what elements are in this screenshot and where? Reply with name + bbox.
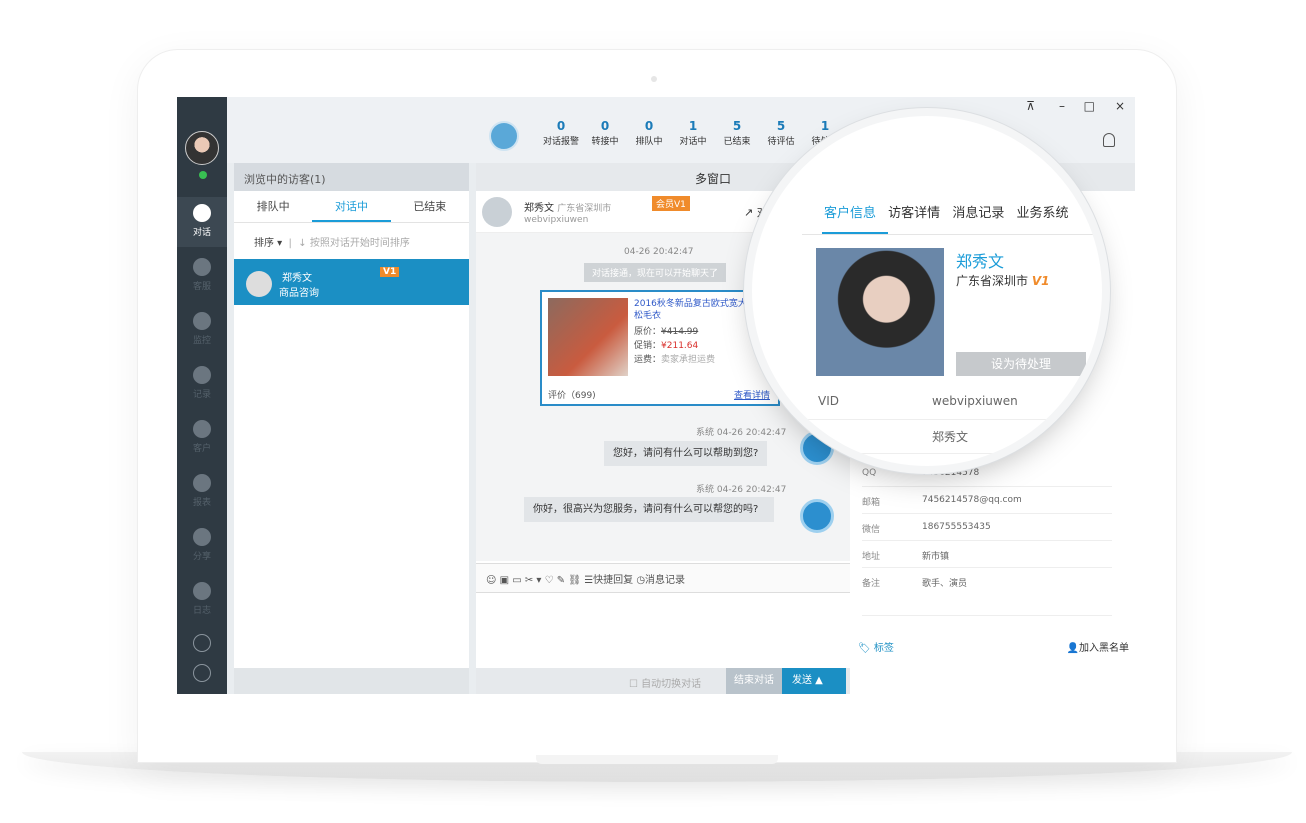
nav-chat[interactable]: 对话 — [177, 197, 227, 247]
agent-avatar[interactable] — [185, 131, 219, 165]
tab-message-records[interactable]: 消息记录 — [952, 206, 1004, 221]
promo-price: ¥211.64 — [661, 341, 699, 351]
tab-chatting[interactable]: 对话中 — [312, 191, 391, 222]
customer-name: 郑秀文 — [956, 252, 1005, 271]
tab-customer-info[interactable]: 客户信息 — [824, 206, 876, 221]
settings-button[interactable] — [177, 627, 227, 657]
panel-title: 浏览中的访客(1) — [234, 163, 469, 191]
camera-dot — [651, 76, 657, 82]
avatar — [482, 197, 512, 227]
vip-badge: V1 — [1031, 274, 1050, 288]
original-price: ¥414.99 — [661, 327, 699, 337]
avatar — [246, 271, 272, 297]
list-item[interactable]: 郑秀文 商品咨询 V1 — [234, 259, 469, 305]
review-count: 评价（699) — [548, 391, 596, 401]
bot-avatar-icon — [800, 499, 834, 533]
system-note: 对话接通，现在可以开始聊天了 — [584, 263, 727, 282]
visitor-location: 广东省深圳市 — [557, 204, 612, 214]
transfer-button[interactable]: ↗ 对 — [744, 204, 768, 220]
sort-bar: 排序 ▾ | ↓ 按照对话开始时间排序 — [254, 238, 410, 249]
visitor-list-panel: 浏览中的访客(1) 排队中 对话中 已结束 排序 ▾ | ↓ 按照对话开始时间排… — [234, 163, 469, 694]
nav-service[interactable]: 客服 — [177, 251, 227, 301]
product-card[interactable]: 2016秋冬新品复古欧式宽大毛衣宽松毛衣 原价：¥414.99 促销：¥211.… — [540, 290, 780, 406]
magnifier-callout: 客户信息 访客详情 消息记录 业务系统 郑秀文 广东省深圳市 V1 设为待处理 … — [752, 116, 1102, 466]
sort-dropdown[interactable]: 排序 ▾ — [254, 238, 282, 249]
timestamp: 系统 04-26 20:42:47 — [696, 428, 787, 438]
note-value[interactable]: 歌手、演员 — [922, 576, 967, 589]
vip-badge: 会员V1 — [652, 196, 690, 211]
nav-share[interactable]: 分享 — [177, 521, 227, 571]
visitor-tabs: 排队中 对话中 已结束 — [234, 191, 469, 223]
sort-hint: ↓ 按照对话开始时间排序 — [298, 238, 410, 249]
address-value: 新市镇 — [922, 552, 950, 562]
divider — [802, 234, 1102, 235]
bell-icon[interactable] — [1103, 133, 1115, 147]
nav-records[interactable]: 记录 — [177, 359, 227, 409]
brand-logo — [489, 121, 519, 151]
wechat-value: 186755553435 — [922, 522, 991, 532]
end-chat-button[interactable]: 结束对话 — [726, 668, 782, 694]
mail-icon — [193, 258, 211, 276]
input-toolbar[interactable]: ☺ ▣ ▭ ✂ ▾ ♡ ✎ ⛓ ☰快捷回复 ◷消息记录 — [476, 563, 851, 593]
laptop-notch — [536, 755, 778, 764]
visitor-name: 郑秀文 — [282, 273, 312, 284]
vid-value: webvipxiuwen — [932, 394, 1018, 408]
customer-location: 广东省深圳市 — [956, 274, 1029, 288]
auto-switch-checkbox[interactable]: ☐ 自动切换对话 — [629, 675, 701, 690]
message-bubble: 你好，很高兴为您服务，请问有什么可以帮您的吗? — [524, 497, 774, 522]
info-tabs: 客户信息 访客详情 消息记录 业务系统 — [824, 202, 1076, 221]
stat-transfer[interactable]: 0 转接中 — [583, 119, 627, 147]
contact-card-icon — [193, 420, 211, 438]
stat-chatting[interactable]: 1 对话中 — [671, 119, 715, 147]
maximize-button[interactable]: □ — [1084, 99, 1095, 113]
tab-visitor-details[interactable]: 访客详情 — [888, 206, 940, 221]
online-status-icon — [199, 171, 207, 179]
eye-icon — [193, 312, 211, 330]
gear-icon — [193, 634, 211, 652]
logout-button[interactable] — [177, 657, 227, 687]
pie-chart-icon — [193, 474, 211, 492]
message-bubble: 您好，请问有什么可以帮助到您? — [604, 441, 768, 466]
timestamp: 04-26 20:42:47 — [624, 247, 694, 257]
name-value: 郑秀文 — [932, 430, 969, 444]
panel-footer — [234, 668, 469, 694]
visitor-id: webvipxiuwen — [524, 215, 589, 225]
close-button[interactable]: × — [1115, 99, 1125, 113]
send-button[interactable]: 发送 ▲ — [782, 668, 846, 694]
chat-footer: ☐ 自动切换对话 结束对话 发送 ▲ — [476, 668, 851, 694]
tab-business-system[interactable]: 业务系统 — [1016, 206, 1068, 221]
visitor-name: 郑秀文 — [524, 203, 554, 214]
tab-ended[interactable]: 已结束 — [391, 191, 469, 222]
clock-icon — [193, 366, 211, 384]
stat-ended[interactable]: 5 已结束 — [715, 119, 759, 147]
email-value: 7456214578@qq.com — [922, 495, 1022, 505]
set-pending-button[interactable]: 设为待处理 — [956, 352, 1086, 376]
customer-photo — [816, 248, 944, 376]
visitor-subject: 商品咨询 — [279, 288, 319, 299]
stat-to-evaluate[interactable]: 5 待评估 — [759, 119, 803, 147]
nav-customers[interactable]: 客户 — [177, 413, 227, 463]
share-icon — [193, 528, 211, 546]
pin-icon[interactable]: ⊼ — [1026, 99, 1035, 113]
stat-alarm[interactable]: 0 对话报警 — [539, 119, 583, 147]
minimize-button[interactable]: – — [1059, 99, 1065, 113]
view-details-link[interactable]: 查看详情 — [734, 388, 770, 401]
nav-log[interactable]: 日志 — [177, 575, 227, 625]
blacklist-button[interactable]: 👤加入黑名单 — [1067, 639, 1129, 654]
shipping: 卖家承担运费 — [661, 355, 716, 365]
product-image — [548, 298, 628, 376]
timestamp: 系统 04-26 20:42:47 — [696, 485, 787, 495]
power-icon — [193, 664, 211, 682]
nav-monitor[interactable]: 监控 — [177, 305, 227, 355]
tag-button[interactable]: 🏷 标签 — [858, 639, 894, 654]
chat-icon — [193, 204, 211, 222]
sidebar: 对话 客服 监控 记录 客户 报表 分享 日志 — [177, 97, 227, 694]
nav-reports[interactable]: 报表 — [177, 467, 227, 517]
clipboard-icon — [193, 582, 211, 600]
qq-value: 7456214578 — [922, 468, 980, 478]
vip-badge: V1 — [380, 267, 400, 277]
stat-queue[interactable]: 0 排队中 — [627, 119, 671, 147]
tab-queue[interactable]: 排队中 — [234, 191, 312, 222]
